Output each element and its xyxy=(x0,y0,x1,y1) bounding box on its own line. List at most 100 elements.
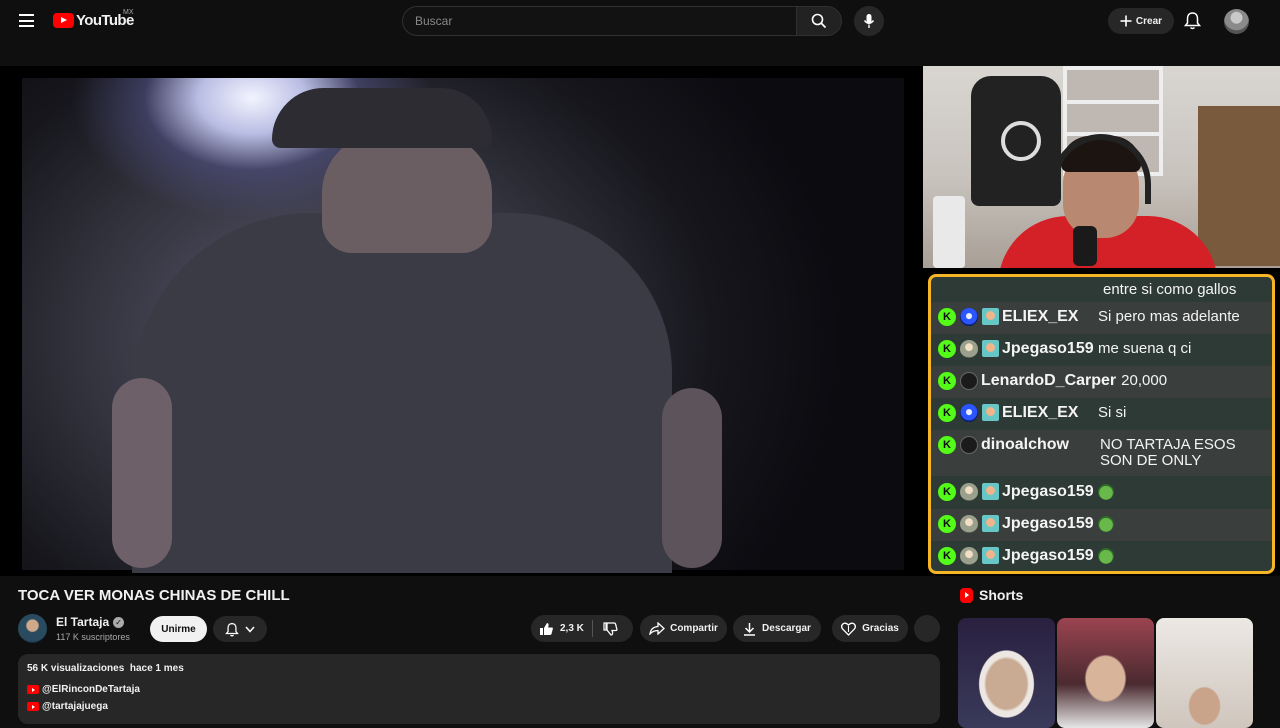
chat-row: K Jpegaso159 xyxy=(931,509,1272,541)
video-title: TOCA VER MONAS CHINAS DE CHILL xyxy=(18,587,290,604)
more-actions-button[interactable] xyxy=(914,615,940,642)
thumbs-down-icon xyxy=(603,621,618,636)
view-count: 56 K visualizaciones xyxy=(27,663,125,674)
kick-badge-icon: K xyxy=(938,436,956,454)
bell-icon xyxy=(225,622,239,636)
search-placeholder: Buscar xyxy=(415,14,453,28)
voice-search-button[interactable] xyxy=(854,6,884,36)
search-icon xyxy=(811,13,827,29)
create-button[interactable]: Crear xyxy=(1108,8,1174,34)
chat-username: Jpegaso159 xyxy=(1002,340,1094,357)
chat-username: Jpegaso159 xyxy=(1002,483,1094,500)
chat-username: Jpegaso159 xyxy=(1002,515,1094,532)
description-box[interactable]: 56 K visualizaciones hace 1 mes @ElRinco… xyxy=(18,654,940,724)
search-input[interactable]: Buscar xyxy=(402,6,796,36)
subscriber-badge-icon xyxy=(982,404,999,421)
video-frame xyxy=(22,78,904,573)
channel-avatar[interactable] xyxy=(18,614,47,643)
air-purifier xyxy=(933,196,965,268)
account-avatar[interactable] xyxy=(1224,9,1249,34)
stream-chat-overlay: entre si como gallos K ELIEX_EX Si pero … xyxy=(928,274,1275,574)
download-button[interactable]: Descargar xyxy=(733,615,821,642)
chat-message: me suena q ci xyxy=(1098,340,1192,357)
chat-message: entre si como gallos xyxy=(1103,281,1237,298)
plus-icon xyxy=(1120,15,1132,27)
shorts-heading: Shorts xyxy=(960,587,1023,603)
youtube-logo[interactable]: YouTube xyxy=(53,12,134,29)
verified-check-icon: ✓ xyxy=(113,616,125,628)
chat-row: K LenardoD_Carper 20,000 xyxy=(931,366,1272,398)
youtube-play-icon xyxy=(53,13,74,28)
user-avatar xyxy=(960,515,978,533)
performer-left-arm xyxy=(112,378,172,568)
top-bar: YouTube MX Buscar Crear xyxy=(0,0,1280,42)
wooden-cabinet xyxy=(1198,106,1280,266)
shorts-icon xyxy=(960,587,973,603)
kick-badge-icon: K xyxy=(938,483,956,501)
country-code: MX xyxy=(123,9,134,16)
dislike-button[interactable] xyxy=(593,621,618,636)
thanks-label: Gracias xyxy=(862,623,899,634)
chat-message: 20,000 xyxy=(1121,372,1168,389)
chat-username: dinoalchow xyxy=(981,436,1069,453)
chat-username: ELIEX_EX xyxy=(1002,308,1079,325)
thumbs-up-icon xyxy=(540,622,553,635)
channel-name-link[interactable]: El Tartaja ✓ xyxy=(56,615,125,629)
kick-badge-icon: K xyxy=(938,547,956,565)
menu-icon[interactable] xyxy=(19,14,34,27)
chat-row: K ELIEX_EX Si si xyxy=(931,398,1272,430)
chat-message: Si si xyxy=(1098,404,1127,421)
subscriber-badge-icon xyxy=(982,308,999,325)
kick-badge-icon: K xyxy=(938,515,956,533)
short-thumbnail[interactable] xyxy=(1057,618,1154,728)
microphone-icon xyxy=(863,14,875,28)
short-thumbnail[interactable] xyxy=(958,618,1055,728)
chat-row: K Jpegaso159 me suena q ci xyxy=(931,334,1272,366)
video-player[interactable]: entre si como gallos K ELIEX_EX Si pero … xyxy=(0,66,1280,576)
share-icon xyxy=(649,622,666,635)
search-button[interactable] xyxy=(796,6,842,36)
channel-mention-link[interactable]: @tartajajuega xyxy=(27,701,108,712)
kick-badge-icon: K xyxy=(938,308,956,326)
microphone xyxy=(1073,226,1097,266)
user-avatar xyxy=(960,436,978,454)
kick-badge-icon: K xyxy=(938,404,956,422)
hoodie-logo xyxy=(1001,121,1041,161)
user-avatar xyxy=(960,372,978,390)
join-button[interactable]: Unirme xyxy=(150,616,207,642)
chat-message: NO TARTAJA ESOS SON DE ONLY xyxy=(1100,436,1236,469)
performer-neck xyxy=(322,133,492,253)
bell-icon xyxy=(1183,12,1202,30)
channel-mention-link[interactable]: @ElRinconDeTartaja xyxy=(27,684,140,695)
subscriber-count: 117 K suscriptores xyxy=(56,632,130,642)
user-avatar xyxy=(960,308,978,326)
user-avatar xyxy=(960,483,978,501)
share-label: Compartir xyxy=(670,623,718,634)
chat-row: K ELIEX_EX Si pero mas adelante xyxy=(931,302,1272,334)
performer-shirt xyxy=(132,213,672,573)
mention-text: @tartajajuega xyxy=(42,701,108,712)
chat-username: ELIEX_EX xyxy=(1002,404,1079,421)
chat-row: K Jpegaso159 xyxy=(931,477,1272,509)
performer-cap xyxy=(272,88,492,148)
subscriber-badge-icon xyxy=(982,340,999,357)
short-thumbnail[interactable] xyxy=(1156,618,1253,728)
youtube-icon xyxy=(27,702,39,711)
like-count: 2,3 K xyxy=(560,623,584,634)
chat-username: Jpegaso159 xyxy=(1002,547,1094,564)
channel-name: El Tartaja xyxy=(56,615,110,629)
user-avatar xyxy=(960,547,978,565)
subscriber-badge-icon xyxy=(982,515,999,532)
heart-dollar-icon xyxy=(841,622,857,636)
chat-row: K Jpegaso159 xyxy=(931,541,1272,571)
like-button[interactable]: 2,3 K xyxy=(531,620,593,637)
frog-emote-icon xyxy=(1098,516,1114,532)
share-button[interactable]: Compartir xyxy=(640,615,727,642)
thanks-button[interactable]: Gracias xyxy=(832,615,908,642)
notifications-button[interactable] xyxy=(1183,11,1202,35)
download-icon xyxy=(744,622,756,636)
subscription-bell-button[interactable] xyxy=(213,616,267,642)
frog-emote-icon xyxy=(1098,484,1114,500)
kick-badge-icon: K xyxy=(938,340,956,358)
frog-emote-icon xyxy=(1098,548,1114,564)
